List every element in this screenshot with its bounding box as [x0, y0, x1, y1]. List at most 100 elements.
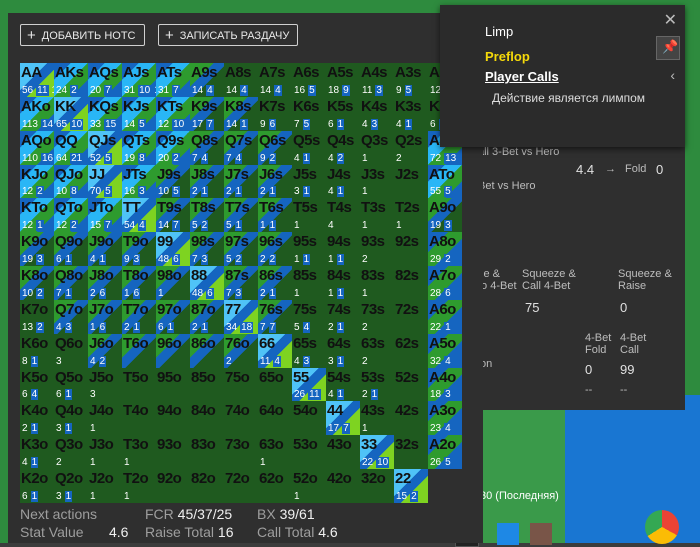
hand-cell[interactable]: T9o 9 3: [122, 232, 156, 267]
hand-cell[interactable]: 63s 2: [360, 333, 394, 368]
hand-cell[interactable]: T3s 1: [360, 198, 394, 233]
hand-cell[interactable]: 52o 1: [292, 469, 326, 503]
hand-cell[interactable]: J9o 4 1: [88, 232, 122, 267]
hand-cell[interactable]: 75o: [224, 367, 258, 402]
hand-cell[interactable]: T9s 14 7: [156, 198, 190, 233]
hand-cell[interactable]: 94o: [156, 401, 190, 436]
hand-cell[interactable]: Q3s 1: [360, 130, 394, 165]
hand-cell[interactable]: 33 22 10: [360, 435, 394, 470]
hand-cell[interactable]: 84o: [190, 401, 224, 436]
hand-cell[interactable]: T8s 5 2: [190, 198, 224, 233]
hand-cell[interactable]: T7s 5 1: [224, 198, 258, 233]
hand-cell[interactable]: 65o: [258, 367, 292, 402]
hand-cell[interactable]: 86s 2 1: [258, 266, 292, 300]
hand-cell[interactable]: 92s: [394, 232, 428, 267]
hand-cell[interactable]: A5s 18 9: [326, 63, 360, 97]
hand-cell[interactable]: AKo 113 14: [20, 96, 54, 131]
hand-cell[interactable]: K5o 6 4: [20, 367, 54, 402]
hand-cell[interactable]: KTo 12 1: [20, 198, 54, 233]
hand-cell[interactable]: 92o: [156, 469, 190, 503]
hand-cell[interactable]: K3s 4 1: [394, 96, 428, 131]
hand-cell[interactable]: 93s 2: [360, 232, 394, 267]
hand-cell[interactable]: J2o 1: [88, 469, 122, 503]
hand-cell[interactable]: J8o 2 6: [88, 266, 122, 300]
hand-cell[interactable]: 54o: [292, 401, 326, 436]
hand-cell[interactable]: A6s 16 5: [292, 63, 326, 97]
hand-cell[interactable]: T4s 4: [326, 198, 360, 233]
hand-cell[interactable]: 72s: [394, 299, 428, 334]
hand-cell[interactable]: A6o 22 1: [428, 299, 462, 334]
hand-cell[interactable]: K9s 17 7: [190, 96, 224, 131]
hand-cell[interactable]: 32o: [360, 469, 394, 503]
hand-cell[interactable]: 75s 5 4: [292, 299, 326, 334]
hand-cell[interactable]: A7s 14 4: [258, 63, 292, 97]
hand-cell[interactable]: K9o 19 3: [20, 232, 54, 267]
hand-cell[interactable]: Q5s 4 1: [292, 130, 326, 165]
hand-cell[interactable]: AA 56111: [20, 63, 54, 97]
record-hand-button[interactable]: + ЗАПИСАТЬ РАЗДАЧУ: [158, 24, 299, 46]
hand-cell[interactable]: 83o: [190, 435, 224, 470]
hand-cell[interactable]: K8s 14 1: [224, 96, 258, 131]
hand-cell[interactable]: 86o: [190, 333, 224, 368]
hand-cell[interactable]: 97o 6 1: [156, 299, 190, 334]
hand-cell[interactable]: 74s 2 1: [326, 299, 360, 334]
hand-cell[interactable]: Q3o 2: [54, 435, 88, 470]
hand-cell[interactable]: QJs 52 5: [88, 130, 122, 165]
hand-cell[interactable]: 53o: [292, 435, 326, 470]
hand-cell[interactable]: AQo 110 16: [20, 130, 54, 165]
hand-cell[interactable]: J3s 1: [360, 164, 394, 199]
hand-cell[interactable]: ATs 31 7: [156, 63, 190, 97]
hand-cell[interactable]: 77 34 18: [224, 299, 258, 334]
hand-cell[interactable]: J4o 1: [88, 401, 122, 436]
hand-cell[interactable]: J7s 2 1: [224, 164, 258, 199]
close-icon[interactable]: ✕: [664, 10, 677, 30]
hand-cell[interactable]: J5o 3: [88, 367, 122, 402]
hand-cell[interactable]: 63o 1: [258, 435, 292, 470]
hand-cell[interactable]: 83s 1: [360, 266, 394, 300]
hand-cell[interactable]: J2s: [394, 164, 428, 199]
hand-cell[interactable]: T3o 1: [122, 435, 156, 470]
hand-cell[interactable]: KQs 33 15: [88, 96, 122, 131]
hand-cell[interactable]: A3s 9 5: [394, 63, 428, 97]
hand-cell[interactable]: 53s 2 1: [360, 367, 394, 402]
hand-cell[interactable]: 73s 2: [360, 299, 394, 334]
hand-cell[interactable]: 42o: [326, 469, 360, 503]
hand-cell[interactable]: A7o 28 6: [428, 266, 462, 300]
hand-cell[interactable]: 95o: [156, 367, 190, 402]
hand-cell[interactable]: J8s 2 1: [190, 164, 224, 199]
hand-cell[interactable]: Q4s 4 2: [326, 130, 360, 165]
hand-cell[interactable]: QTo 12 2: [54, 198, 88, 233]
hand-cell[interactable]: 64o: [258, 401, 292, 436]
pin-icon[interactable]: 📌: [656, 36, 680, 60]
hand-cell[interactable]: 74o: [224, 401, 258, 436]
hand-cell[interactable]: 22 15 2: [394, 469, 428, 503]
hand-cell[interactable]: J9s 10 5: [156, 164, 190, 199]
hand-cell[interactable]: 82o: [190, 469, 224, 503]
hand-cell[interactable]: T4o: [122, 401, 156, 436]
hand-cell[interactable]: K6s 7 5: [292, 96, 326, 131]
hand-cell[interactable]: K4s 4 3: [360, 96, 394, 131]
taskbar-app-icon[interactable]: [530, 523, 552, 545]
hand-cell[interactable]: 62o: [258, 469, 292, 503]
hand-cell[interactable]: KJs 14 5: [122, 96, 156, 131]
hand-cell[interactable]: Q6s 9 2: [258, 130, 292, 165]
hand-cell[interactable]: 94s 1 1: [326, 232, 360, 267]
hand-cell[interactable]: 95s 1 1: [292, 232, 326, 267]
taskbar-app-icon[interactable]: [497, 523, 519, 545]
hand-cell[interactable]: QQ 64 21: [54, 130, 88, 165]
hand-cell[interactable]: 76s 7 7: [258, 299, 292, 334]
hand-cell[interactable]: 44 17 7: [326, 401, 360, 436]
hand-cell[interactable]: 76o 2: [224, 333, 258, 368]
hand-cell[interactable]: 54s 4 1: [326, 367, 360, 402]
hand-cell[interactable]: 52s: [394, 367, 428, 402]
hand-cell[interactable]: T6o: [122, 333, 156, 368]
hand-cell[interactable]: Q6o 3: [54, 333, 88, 368]
hand-cell[interactable]: 66 11 4: [258, 333, 292, 368]
hand-cell[interactable]: A9o 19 3: [428, 198, 462, 233]
add-note-button[interactable]: + ДОБАВИТЬ НОТС: [20, 24, 145, 46]
hand-cell[interactable]: Q2s 2: [394, 130, 428, 165]
chevron-left-icon[interactable]: ‹: [670, 67, 675, 83]
hand-cell[interactable]: 73o: [224, 435, 258, 470]
hand-cell[interactable]: JTo 15 7: [88, 198, 122, 233]
hand-cell[interactable]: A4o 18 3: [428, 367, 462, 402]
